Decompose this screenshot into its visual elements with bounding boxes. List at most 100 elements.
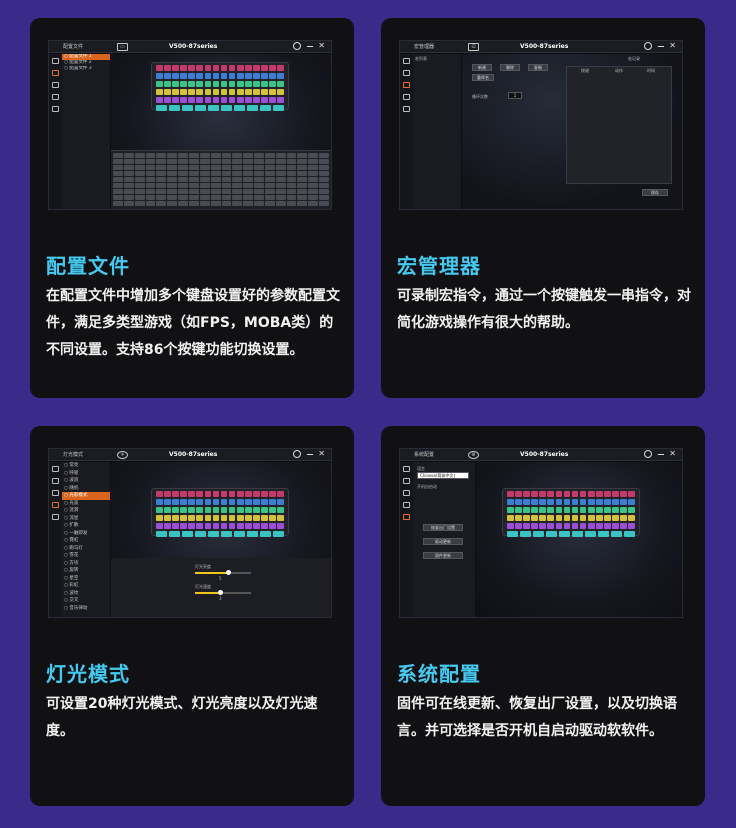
home-icon[interactable] xyxy=(403,58,410,64)
assignable-key[interactable] xyxy=(199,201,210,206)
assignable-key[interactable] xyxy=(275,189,286,194)
assignable-key[interactable] xyxy=(188,195,199,200)
assignable-key[interactable] xyxy=(199,195,210,200)
key[interactable] xyxy=(531,523,538,529)
key[interactable] xyxy=(194,105,207,111)
globe-icon[interactable] xyxy=(644,450,652,458)
delete-macro-button[interactable]: 删除 xyxy=(500,64,520,71)
key[interactable] xyxy=(612,491,619,497)
key[interactable] xyxy=(236,491,244,497)
key[interactable] xyxy=(245,65,252,71)
assignable-key[interactable] xyxy=(221,201,232,206)
key[interactable] xyxy=(236,65,244,71)
assignable-key[interactable] xyxy=(167,195,178,200)
list-item[interactable]: 雪花 xyxy=(62,552,110,560)
key[interactable] xyxy=(245,523,252,529)
key[interactable] xyxy=(515,507,522,513)
key[interactable] xyxy=(261,499,268,505)
assignable-key[interactable] xyxy=(210,195,221,200)
assignable-key[interactable] xyxy=(145,177,156,182)
keyboard-icon[interactable] xyxy=(403,478,410,484)
key[interactable] xyxy=(507,523,514,529)
key[interactable] xyxy=(563,523,571,529)
assignable-key[interactable] xyxy=(254,201,264,206)
key[interactable] xyxy=(220,105,233,111)
list-item[interactable]: 呼吸 xyxy=(62,470,110,478)
assignable-key[interactable] xyxy=(134,165,145,170)
key[interactable] xyxy=(156,515,163,521)
assignable-key[interactable] xyxy=(275,201,286,206)
key[interactable] xyxy=(172,97,179,103)
assignable-key[interactable] xyxy=(319,189,329,194)
list-item[interactable]: 星空 xyxy=(62,575,110,583)
assignable-key[interactable] xyxy=(232,201,243,206)
key[interactable] xyxy=(204,89,212,95)
key[interactable] xyxy=(204,491,212,497)
minimize-icon[interactable] xyxy=(307,454,313,455)
assignable-key[interactable] xyxy=(178,201,188,206)
assignable-key[interactable] xyxy=(134,153,145,158)
key[interactable] xyxy=(207,105,220,111)
key[interactable] xyxy=(253,97,260,103)
key[interactable] xyxy=(172,65,179,71)
rename-macro-button[interactable]: 重命名 xyxy=(472,74,494,81)
key[interactable] xyxy=(596,515,603,521)
key[interactable] xyxy=(196,515,204,521)
list-item[interactable]: 涟漪 xyxy=(62,507,110,515)
key[interactable] xyxy=(236,515,244,521)
key[interactable] xyxy=(212,507,220,513)
key[interactable] xyxy=(571,515,579,521)
assignable-key[interactable] xyxy=(188,171,199,176)
loop-input[interactable]: 1 xyxy=(508,92,522,99)
assignable-key[interactable] xyxy=(308,165,319,170)
key[interactable] xyxy=(604,523,611,529)
key[interactable] xyxy=(236,507,244,513)
key[interactable] xyxy=(181,531,194,537)
assignable-key[interactable] xyxy=(275,177,286,182)
minimize-icon[interactable] xyxy=(658,454,664,455)
key[interactable] xyxy=(532,531,545,537)
key[interactable] xyxy=(269,499,276,505)
assignable-key[interactable] xyxy=(123,177,134,182)
assignable-key[interactable] xyxy=(221,159,232,164)
assignable-key[interactable] xyxy=(113,165,123,170)
assignable-key[interactable] xyxy=(243,171,254,176)
key[interactable] xyxy=(555,507,563,513)
assignable-key[interactable] xyxy=(113,177,123,182)
key[interactable] xyxy=(584,531,597,537)
key[interactable] xyxy=(620,523,627,529)
assignable-key[interactable] xyxy=(210,159,221,164)
assignable-key[interactable] xyxy=(113,153,123,158)
minimize-icon[interactable] xyxy=(658,46,664,47)
home-icon[interactable] xyxy=(403,466,410,472)
key[interactable] xyxy=(172,81,179,87)
assignable-key[interactable] xyxy=(254,153,264,158)
key[interactable] xyxy=(172,499,179,505)
key[interactable] xyxy=(523,491,530,497)
key[interactable] xyxy=(515,499,522,505)
key[interactable] xyxy=(180,491,187,497)
key[interactable] xyxy=(245,515,252,521)
assignable-key[interactable] xyxy=(308,189,319,194)
assignable-key[interactable] xyxy=(286,159,297,164)
assignable-key[interactable] xyxy=(123,165,134,170)
key[interactable] xyxy=(545,531,558,537)
key[interactable] xyxy=(196,73,204,79)
key[interactable] xyxy=(259,105,272,111)
key[interactable] xyxy=(156,507,163,513)
assignable-key[interactable] xyxy=(188,153,199,158)
key[interactable] xyxy=(253,491,260,497)
key[interactable] xyxy=(164,65,171,71)
assignable-key[interactable] xyxy=(275,159,286,164)
assignable-key[interactable] xyxy=(134,183,145,188)
key[interactable] xyxy=(571,491,579,497)
assignable-key[interactable] xyxy=(123,171,134,176)
key[interactable] xyxy=(172,89,179,95)
assignable-key[interactable] xyxy=(232,153,243,158)
assignable-key[interactable] xyxy=(264,201,275,206)
assignable-key[interactable] xyxy=(308,153,319,158)
key[interactable] xyxy=(269,89,276,95)
key[interactable] xyxy=(188,97,195,103)
assignable-key[interactable] xyxy=(188,183,199,188)
assignable-key[interactable] xyxy=(123,159,134,164)
